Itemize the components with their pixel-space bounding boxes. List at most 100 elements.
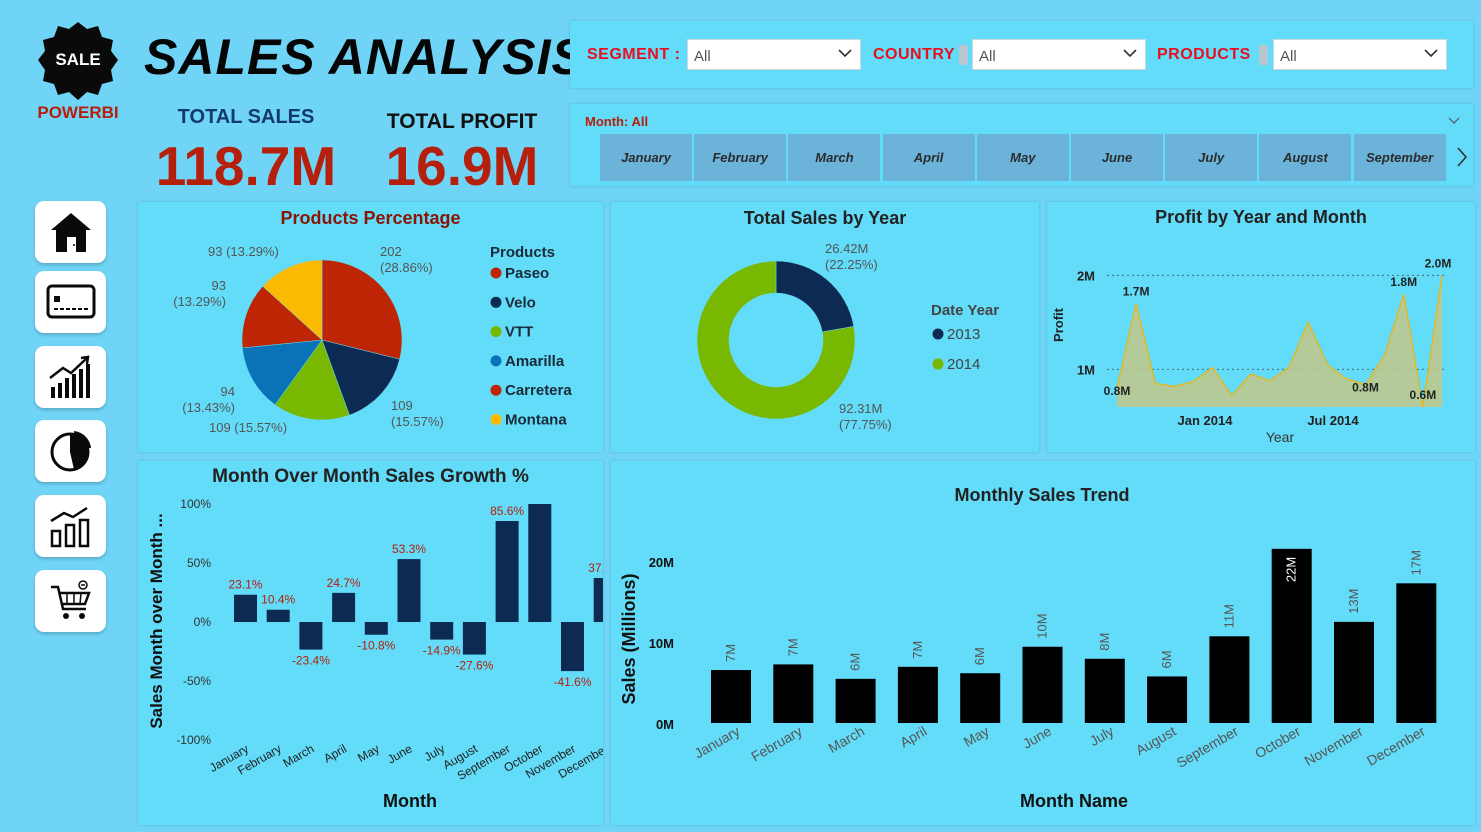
x-tick-label: July	[1087, 723, 1117, 749]
country-label: COUNTRY	[873, 46, 956, 63]
data-label: 1.7M	[1123, 285, 1150, 299]
data-label: 1.8M	[1390, 275, 1417, 289]
total-profit-label: TOTAL PROFIT	[386, 110, 538, 133]
month-tile-june[interactable]: June	[1071, 134, 1163, 181]
month-tile-july[interactable]: July	[1165, 134, 1258, 181]
y-axis-title: Sales (Millions)	[619, 573, 639, 704]
products-pie-chart[interactable]: 202(28.86%)109(15.57%)109 (15.57%)94(13.…	[138, 202, 603, 452]
nav-pie-button[interactable]	[35, 420, 106, 482]
nav-home-button[interactable]	[35, 201, 106, 263]
data-label: 7M	[910, 641, 925, 659]
logo-caption: POWERBI	[37, 103, 119, 122]
legend-title: Products	[490, 244, 555, 261]
profit-area-chart[interactable]: 2M 1M 0.8M 1.7M 0.8M 1.8M 0.6M 2.0M Jan 2014 Jul …	[1047, 202, 1475, 452]
legend-item-montana: Montana	[505, 412, 567, 429]
data-label: 13M	[1346, 589, 1361, 614]
country-value: All	[979, 48, 996, 65]
x-tick-label: May	[961, 723, 992, 750]
data-label: 24.7%	[327, 576, 361, 590]
legend-title: Date Year	[931, 302, 999, 319]
x-tick-label: August	[1133, 723, 1179, 759]
products-indicator	[1259, 45, 1268, 65]
products-value: All	[1280, 48, 1297, 65]
data-label: 0.8M	[1104, 384, 1131, 398]
y-tick-label: 0M	[656, 717, 674, 732]
x-axis-title: Month	[383, 791, 437, 811]
x-tick-label: December	[1364, 723, 1428, 769]
slice-percent-label: (13.43%)	[182, 400, 235, 415]
slice-percent-label: (15.57%)	[391, 414, 444, 429]
bar-july	[430, 622, 454, 640]
month-tile-september[interactable]: September	[1353, 134, 1446, 181]
bar-february	[266, 609, 290, 622]
x-tick-label: February	[748, 723, 805, 765]
legend-marker	[932, 358, 944, 370]
bar-april	[897, 666, 938, 723]
x-tick-label: March	[281, 741, 317, 770]
data-label: 7M	[723, 644, 738, 662]
mom-growth-card: Month Over Month Sales Growth % 100% 50% 0…	[138, 461, 603, 825]
bar-june	[397, 559, 421, 622]
data-label: 22M	[1284, 557, 1299, 582]
nav-bar-chart-button[interactable]	[35, 495, 106, 557]
data-label: -23.4%	[292, 654, 330, 668]
data-label: 53.3%	[392, 542, 426, 556]
y-tick-label: -100%	[176, 733, 211, 747]
month-tile-january[interactable]: January	[600, 134, 692, 181]
legend-item-2013: 2013	[947, 326, 980, 343]
slice-percent-label: (77.75%)	[839, 417, 892, 432]
segment-dropdown[interactable]: All	[687, 39, 861, 70]
products-percentage-card: Products Percentage 202 (28.86%) 109 (15.57…	[138, 202, 603, 452]
x-tick-label: January	[691, 723, 742, 762]
legend-item-carretera: Carretera	[505, 382, 572, 399]
data-label: 2.0M	[1425, 256, 1452, 270]
bar-august	[462, 622, 486, 655]
nav-cart-button[interactable]	[35, 570, 106, 632]
products-dropdown[interactable]: All	[1273, 39, 1447, 70]
bar-march	[835, 678, 876, 723]
slice-value-label: 93	[212, 278, 226, 293]
month-tile-february[interactable]: February	[694, 134, 787, 181]
y-tick-label: 100%	[180, 497, 211, 511]
legend-item-2014: 2014	[947, 356, 980, 373]
y-tick-label: 0%	[194, 615, 212, 629]
x-tick-label: June	[1020, 723, 1054, 752]
x-tick-label: June	[385, 741, 415, 766]
data-label: 10M	[1035, 613, 1050, 638]
month-tile-august[interactable]: August	[1259, 134, 1352, 181]
bar-chart-icon	[49, 506, 89, 548]
sales-year-donut-chart[interactable]: 26.42M(22.25%) 92.31M(77.75%) Date Year 201…	[611, 202, 1039, 452]
legend-marker	[490, 355, 502, 367]
bar-december	[593, 577, 603, 622]
nav-card-button[interactable]	[35, 271, 106, 333]
legend-marker	[490, 414, 502, 425]
legend-item-velo: Velo	[505, 294, 536, 311]
data-label: 17M	[1408, 550, 1423, 575]
bar-march	[299, 622, 323, 650]
nav-growth-button[interactable]	[35, 346, 106, 408]
bar-november	[561, 622, 584, 672]
data-label: 0.8M	[1352, 380, 1379, 394]
cart-icon	[50, 580, 91, 619]
chevron-right-icon[interactable]	[1455, 146, 1469, 168]
y-tick-label: 50%	[187, 556, 211, 570]
slice-value-label: 202	[380, 244, 402, 259]
x-tick-label: September	[1174, 723, 1242, 771]
bar-february	[773, 664, 814, 723]
y-tick-label: -50%	[183, 674, 211, 688]
monthly-sales-bar-chart[interactable]: 20M 10M 0M 7M January 7M February 6M March 7M Apri…	[611, 461, 1475, 825]
x-axis-title: Month Name	[1020, 791, 1128, 811]
month-tile-may[interactable]: May	[976, 134, 1069, 181]
month-tile-march[interactable]: March	[788, 134, 881, 181]
bar-july	[1084, 658, 1125, 723]
data-label: 11M	[1221, 604, 1236, 628]
chevron-down-icon[interactable]	[1448, 116, 1460, 126]
total-sales-label: TOTAL SALES	[177, 106, 315, 128]
y-tick-label: 2M	[1077, 268, 1095, 283]
legend-item-paseo: Paseo	[505, 265, 549, 282]
mom-growth-bar-chart[interactable]: 100%50%0%-50%-100%23.1%January10.4%Febru…	[138, 461, 603, 825]
month-tile-april[interactable]: April	[882, 134, 975, 181]
slice-value-label: 93 (13.29%)	[208, 244, 279, 259]
country-dropdown[interactable]: All	[972, 39, 1146, 70]
chevron-down-icon	[1123, 49, 1137, 58]
